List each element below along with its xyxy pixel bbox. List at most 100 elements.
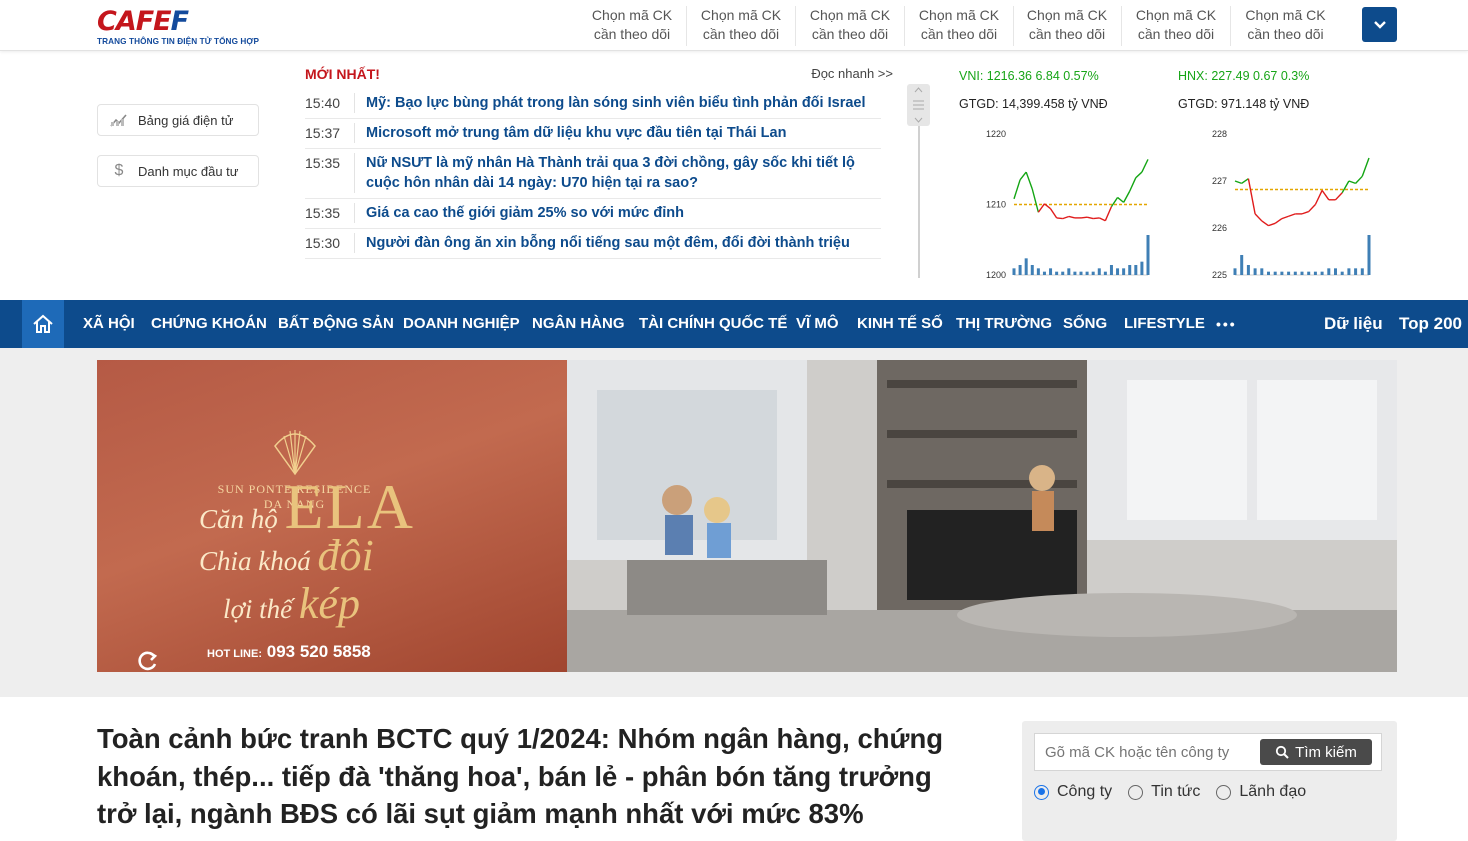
news-item[interactable]: 15:35 Nữ NSƯT là mỹ nhân Hà Thành trải qu… bbox=[305, 149, 881, 199]
expand-watchlist-button[interactable] bbox=[1362, 7, 1397, 42]
radio-company[interactable]: Công ty bbox=[1034, 783, 1112, 801]
news-time: 15:35 bbox=[305, 153, 355, 193]
nav-du-lieu[interactable]: Dữ liệu bbox=[1324, 300, 1383, 348]
radio-news-label: Tin tức bbox=[1151, 783, 1201, 800]
shell-logo-icon bbox=[273, 430, 316, 476]
volume-bar bbox=[1313, 271, 1317, 275]
nav-kinh-te-so[interactable]: KINH TẾ SỐ bbox=[857, 300, 943, 348]
price-segment bbox=[1321, 189, 1330, 201]
radio-checked-icon bbox=[1034, 784, 1049, 800]
logo-tagline: TRANG THÔNG TIN ĐIỆN TỬ TỔNG HỢP bbox=[97, 37, 260, 46]
watch-slot[interactable]: Chọn mã CK cần theo dõi bbox=[578, 6, 687, 46]
refresh-icon bbox=[138, 651, 158, 671]
price-segment bbox=[1086, 216, 1094, 220]
ad-headline-2b: đôi bbox=[317, 531, 374, 580]
radio-leaders[interactable]: Lãnh đạo bbox=[1216, 783, 1306, 801]
price-segment bbox=[1308, 204, 1316, 213]
volume-bar bbox=[1036, 268, 1040, 275]
volume-bar bbox=[1320, 271, 1324, 275]
news-item[interactable]: 15:30 Người đàn ông ăn xin bỗng nổi tiếng… bbox=[305, 229, 881, 259]
scroll-grip-icon bbox=[913, 87, 924, 123]
y-tick-label: 227 bbox=[1212, 176, 1227, 186]
watch-slot[interactable]: Chọn mã CK cần theo dõi bbox=[1013, 6, 1122, 46]
volume-bar bbox=[1012, 268, 1016, 275]
hnx-label: HNX: 227.49 0.67 0.3% bbox=[1178, 69, 1310, 83]
volume-bar bbox=[1287, 271, 1291, 275]
nav-song[interactable]: SỐNG bbox=[1063, 300, 1107, 348]
ad-refresh-button[interactable] bbox=[137, 650, 159, 672]
nav-tai-chinh-quoc-te[interactable]: TÀI CHÍNH QUỐC TẾ bbox=[639, 300, 787, 348]
search-field: Tìm kiếm bbox=[1034, 733, 1382, 771]
radio-unchecked-icon bbox=[1128, 784, 1144, 800]
cafef-logo[interactable]: CAFEF TRANG THÔNG TIN ĐIỆN TỬ TỔNG HỢP bbox=[97, 8, 269, 48]
feed-scroll-handle[interactable] bbox=[907, 84, 930, 126]
ad-headline-2a: Chia khoá bbox=[199, 546, 318, 576]
news-title[interactable]: Mỹ: Bạo lực bùng phát trong làn sóng sin… bbox=[366, 93, 866, 113]
watch-slot[interactable]: Chọn mã CK cần theo dõi bbox=[905, 6, 1014, 46]
watch-slot[interactable]: Chọn mã CK cần theo dõi bbox=[1122, 6, 1231, 46]
volume-bar bbox=[1146, 235, 1150, 275]
watch-slot[interactable]: Chọn mã CK cần theo dõi bbox=[687, 6, 796, 46]
price-segment bbox=[1062, 215, 1070, 220]
news-item[interactable]: 15:37 Microsoft mở trung tâm dữ liệu khu … bbox=[305, 119, 881, 149]
news-title[interactable]: Microsoft mở trung tâm dữ liệu khu vực đ… bbox=[366, 123, 786, 143]
watch-slot-line1: Chọn mã CK bbox=[1026, 7, 1108, 23]
volume-bar bbox=[1240, 255, 1244, 275]
price-segment bbox=[1135, 171, 1143, 179]
hnx-chart[interactable]: 228 227 226 225 bbox=[1183, 124, 1373, 284]
nav-bat-dong-san[interactable]: BẤT ĐỘNG SẢN bbox=[278, 300, 394, 348]
news-item[interactable]: 15:40 Mỹ: Bạo lực bùng phát trong làn són… bbox=[305, 89, 881, 119]
volume-bar bbox=[1103, 271, 1107, 275]
portfolio-label: Danh mục đầu tư bbox=[138, 163, 239, 179]
nav-ngan-hang[interactable]: NGÂN HÀNG bbox=[532, 300, 625, 348]
vni-chart[interactable]: 1220 1210 1200 bbox=[962, 124, 1152, 284]
price-segment bbox=[1104, 206, 1113, 221]
news-item[interactable]: 15:35 Giá ca cao thế giới giảm 25% so với… bbox=[305, 199, 881, 229]
y-tick-label: 226 bbox=[1212, 223, 1227, 233]
nav-top-200[interactable]: Top 200 bbox=[1399, 300, 1462, 348]
watch-slot-line1: Chọn mã CK bbox=[809, 7, 891, 23]
nav-chung-khoan[interactable]: CHỨNG KHOÁN bbox=[151, 300, 267, 348]
watch-slot[interactable]: Chọn mã CK cần theo dõi bbox=[1231, 6, 1340, 46]
watch-slot-line1: Chọn mã CK bbox=[1135, 7, 1217, 23]
article-headline[interactable]: Toàn cảnh bức tranh BCTC quý 1/2024: Nhó… bbox=[97, 720, 977, 833]
news-title[interactable]: Nữ NSƯT là mỹ nhân Hà Thành trải qua 3 đ… bbox=[366, 153, 881, 193]
nav-more-button[interactable]: ••• bbox=[1216, 300, 1237, 348]
nav-doanh-nghiep[interactable]: DOANH NGHIỆP bbox=[403, 300, 520, 348]
nav-vi-mo[interactable]: VĨ MÔ bbox=[796, 300, 839, 348]
y-tick-label: 1210 bbox=[986, 200, 1006, 210]
radio-leaders-label: Lãnh đạo bbox=[1239, 783, 1307, 800]
vni-summary[interactable]: VNI: 1216.36 6.84 0.57% GTGD: 14,399.458… bbox=[959, 69, 1108, 111]
ad-banner[interactable]: SUN PONTE RESIDENCE DA NANG Căn hộ ELA C… bbox=[97, 360, 1397, 672]
search-button[interactable]: Tìm kiếm bbox=[1260, 739, 1372, 765]
watch-slot-line2: cần theo dõi bbox=[1137, 26, 1215, 42]
search-input[interactable] bbox=[1035, 734, 1260, 770]
price-board-button[interactable]: Bảng giá điện tử bbox=[97, 104, 259, 136]
volume-bar bbox=[1354, 268, 1358, 275]
quick-read-link[interactable]: Đọc nhanh >> bbox=[811, 66, 893, 81]
nav-lifestyle[interactable]: LIFESTYLE bbox=[1124, 300, 1205, 348]
apartment-photo-illustration bbox=[567, 360, 1397, 672]
y-tick-label: 1220 bbox=[986, 129, 1006, 139]
watch-slot-line2: cần theo dõi bbox=[702, 26, 780, 42]
watch-slot[interactable]: Chọn mã CK cần theo dõi bbox=[796, 6, 905, 46]
watch-slot-line1: Chọn mã CK bbox=[591, 7, 673, 23]
volume-bar bbox=[1367, 235, 1371, 275]
vni-label: VNI: 1216.36 6.84 0.57% bbox=[959, 69, 1099, 83]
portfolio-button[interactable]: $ Danh mục đầu tư bbox=[97, 155, 259, 187]
price-segment bbox=[1093, 217, 1100, 220]
feed-scroll-track[interactable] bbox=[918, 126, 920, 278]
hnx-summary[interactable]: HNX: 227.49 0.67 0.3% GTGD: 971.148 tỷ V… bbox=[1178, 69, 1309, 111]
nav-thi-truong[interactable]: THỊ TRƯỜNG bbox=[956, 300, 1052, 348]
volume-bar bbox=[1140, 261, 1144, 275]
radio-news[interactable]: Tin tức bbox=[1128, 783, 1200, 801]
ad-room-photo bbox=[567, 360, 1397, 672]
price-segment bbox=[1098, 217, 1106, 222]
home-button[interactable] bbox=[22, 300, 64, 348]
radio-company-label: Công ty bbox=[1057, 783, 1113, 800]
news-title[interactable]: Người đàn ông ăn xin bỗng nổi tiếng sau … bbox=[366, 233, 850, 253]
volume-bar bbox=[1267, 271, 1270, 275]
nav-xa-hoi[interactable]: XÃ HỘI bbox=[83, 300, 135, 348]
news-title[interactable]: Giá ca cao thế giới giảm 25% so với mức … bbox=[366, 203, 684, 223]
hnx-gtgd: GTGD: 971.148 tỷ VNĐ bbox=[1178, 97, 1310, 111]
